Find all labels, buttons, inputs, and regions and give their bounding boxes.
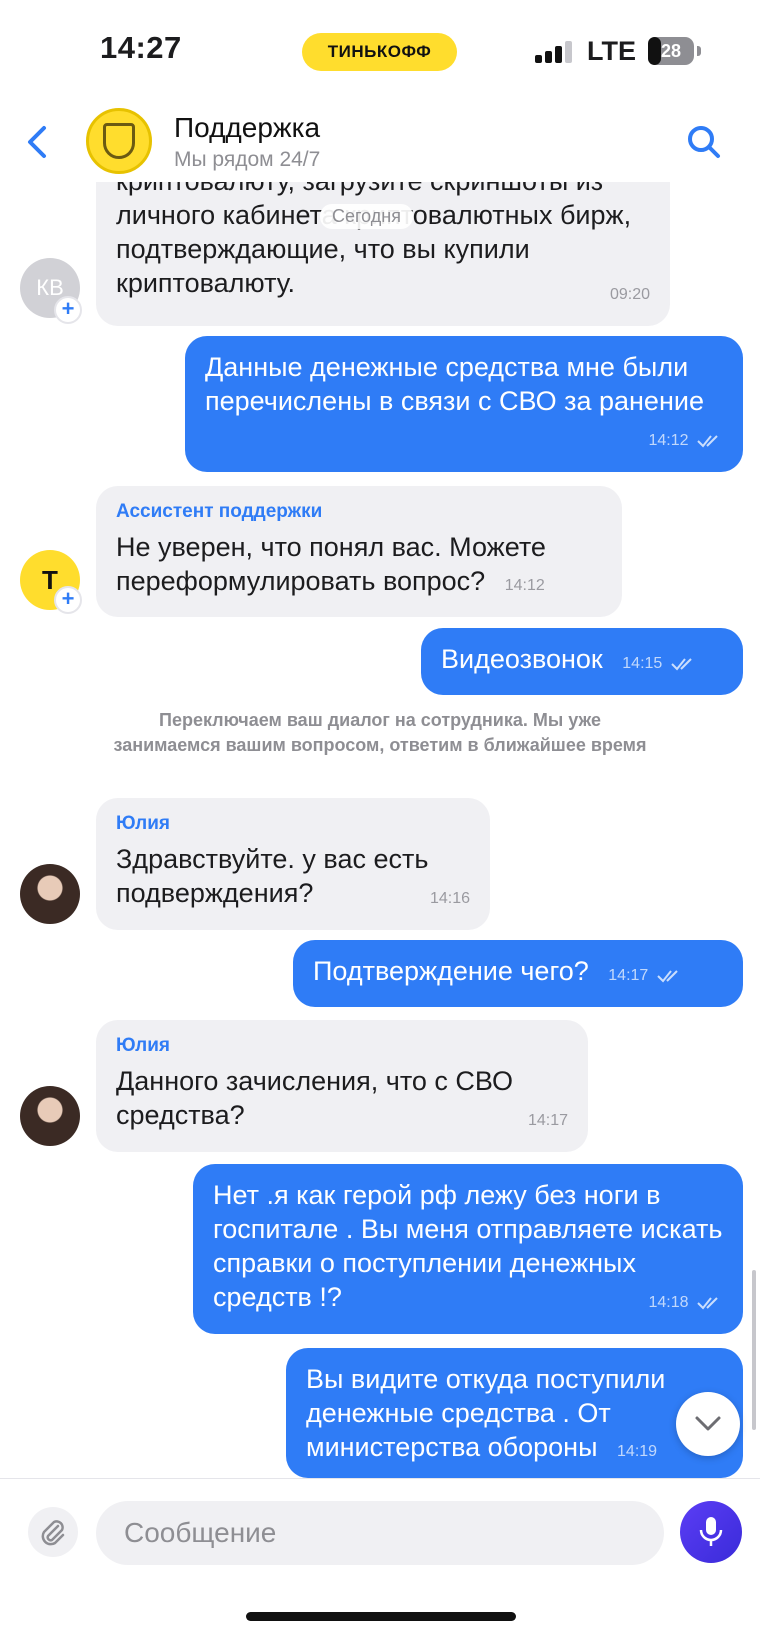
message-sender: Юлия xyxy=(116,813,170,834)
message-outgoing[interactable]: Подтверждение чего? 14:17 xyxy=(293,940,743,1007)
plus-icon[interactable]: + xyxy=(54,586,82,614)
read-ticks-icon xyxy=(671,658,692,671)
system-note: Переключаем ваш диалог на сотрудника. Мы… xyxy=(113,710,647,755)
chat-subtitle: Мы рядом 24/7 xyxy=(174,148,321,171)
message-outgoing[interactable]: Вы видите откуда поступили денежные сред… xyxy=(286,1348,743,1478)
message-input[interactable] xyxy=(96,1501,664,1565)
message-time: 14:12 xyxy=(504,577,545,594)
message-outgoing[interactable]: Нет .я как герой рф лежу без ноги в госп… xyxy=(193,1164,743,1334)
message-time: 14:15 xyxy=(622,647,697,681)
read-ticks-icon xyxy=(697,1297,718,1310)
battery-percent: 28 xyxy=(660,40,682,61)
status-time: 14:27 xyxy=(100,30,182,65)
home-indicator xyxy=(246,1612,516,1621)
message-time: 14:12 xyxy=(649,424,724,458)
message-text: Видеозвонок xyxy=(441,644,603,674)
message-text: Не уверен, что понял вас. Можете перефор… xyxy=(116,532,546,596)
scroll-down-button[interactable] xyxy=(676,1392,740,1456)
avatar[interactable] xyxy=(20,864,80,924)
chat-title[interactable]: Поддержка xyxy=(174,112,320,144)
support-logo[interactable] xyxy=(86,108,152,174)
microphone-icon xyxy=(699,1517,723,1546)
read-ticks-icon xyxy=(657,970,678,983)
signal-icon xyxy=(535,41,575,63)
read-ticks-icon xyxy=(697,435,718,448)
search-icon[interactable] xyxy=(684,122,724,162)
message-time: 14:17 xyxy=(608,959,683,993)
plus-icon[interactable]: + xyxy=(54,296,82,324)
message-text: Здравствуйте. у вас есть подверждения? xyxy=(116,844,429,908)
message-time: 14:17 xyxy=(527,1112,568,1129)
attach-button[interactable] xyxy=(28,1507,78,1557)
avatar-initials: Т xyxy=(42,564,58,595)
battery-icon: 28 xyxy=(648,37,694,65)
avatar[interactable] xyxy=(20,1086,80,1146)
message-text: Данные денежные средства мне были перечи… xyxy=(205,352,704,416)
avatar-initials: КВ xyxy=(36,275,64,300)
message-time-value: 14:18 xyxy=(648,1294,689,1311)
chevron-down-icon xyxy=(695,1416,721,1431)
message-time-value: 14:12 xyxy=(648,432,689,449)
message-text: Вы видите откуда поступили денежные сред… xyxy=(306,1364,666,1462)
message-sender: Юлия xyxy=(116,1035,170,1056)
message-text: Подтверждение чего? xyxy=(313,956,589,986)
message-time: 09:20 xyxy=(609,286,650,303)
message-time-value: 14:15 xyxy=(622,655,663,672)
date-chip: Сегодня xyxy=(320,204,413,229)
carrier-pill: ТИНЬКОФФ xyxy=(302,33,457,71)
message-outgoing[interactable]: Видеозвонок 14:15 xyxy=(421,628,743,695)
message-time: 14:19 xyxy=(617,1443,658,1460)
back-chevron-icon[interactable] xyxy=(22,122,52,162)
message-incoming[interactable]: Юлия Здравствуйте. у вас есть подвержден… xyxy=(96,798,490,930)
message-text: криптовалюту, загрузите скриншоты из лич… xyxy=(116,182,632,298)
message-text: Нет .я как герой рф лежу без ноги в госп… xyxy=(213,1180,723,1312)
message-text: Данного зачисления, что с СВО средства? xyxy=(116,1066,514,1130)
message-sender: Ассистент поддержки xyxy=(116,501,323,522)
status-bar: 14:27 ТИНЬКОФФ LTE 28 xyxy=(0,0,760,100)
scrollbar[interactable] xyxy=(752,1270,756,1430)
battery-tip xyxy=(697,46,701,56)
chat-header: Поддержка Мы рядом 24/7 xyxy=(0,100,760,182)
message-time: 14:16 xyxy=(429,890,470,907)
microphone-button[interactable] xyxy=(680,1501,742,1563)
message-time: 14:18 xyxy=(649,1286,724,1320)
message-incoming[interactable]: Юлия Данного зачисления, что с СВО средс… xyxy=(96,1020,588,1152)
battery-level xyxy=(648,37,661,65)
paperclip-icon xyxy=(41,1520,65,1546)
message-time-value: 14:17 xyxy=(608,967,649,984)
network-type: LTE xyxy=(587,36,636,66)
message-incoming[interactable]: Ассистент поддержки Не уверен, что понял… xyxy=(96,486,622,617)
shield-icon xyxy=(103,123,135,159)
message-list[interactable]: криптовалюту, загрузите скриншоты из лич… xyxy=(0,182,760,1478)
message-outgoing[interactable]: Данные денежные средства мне были перечи… xyxy=(185,336,743,472)
